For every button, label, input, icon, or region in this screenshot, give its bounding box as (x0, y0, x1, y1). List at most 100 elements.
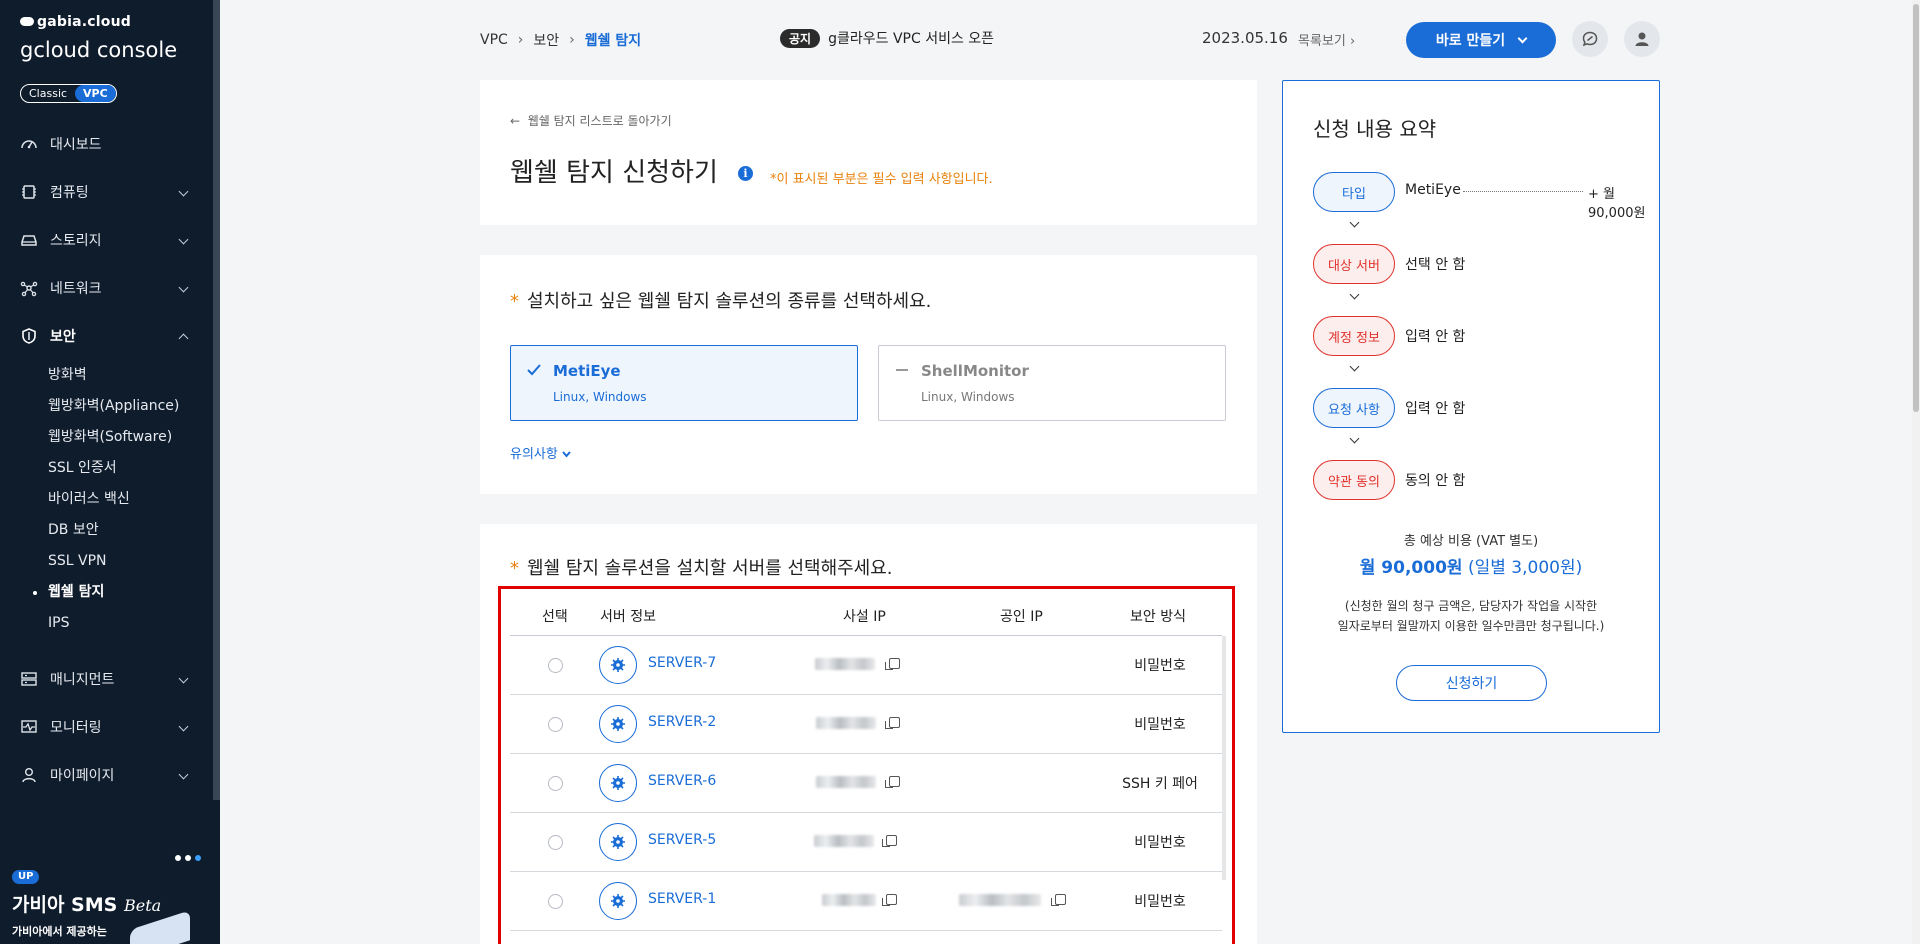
table-row[interactable]: SERVER-7 비밀번호 (510, 636, 1222, 695)
step-value: 동의 안 함 (1405, 473, 1466, 489)
server-name-link[interactable]: SERVER-5 (648, 832, 716, 848)
private-ip-value (814, 835, 874, 847)
step-target-server[interactable]: 대상 서버 (1313, 244, 1395, 284)
sidebar-item-label: 마이페이지 (50, 768, 115, 784)
toggle-vpc[interactable]: VPC (75, 85, 116, 102)
total-daily: (일별 3,000원) (1467, 558, 1583, 578)
table-scrollbar[interactable] (1222, 636, 1226, 880)
submenu-item-antivirus[interactable]: 바이러스 백신 (48, 484, 213, 515)
server-name-link[interactable]: SERVER-6 (648, 773, 716, 789)
storage-icon (20, 231, 38, 249)
row-radio[interactable] (548, 894, 563, 909)
column-header-select: 선택 (542, 609, 568, 625)
submenu-item-firewall[interactable]: 방화벽 (48, 360, 213, 391)
security-method: 비밀번호 (1134, 894, 1186, 910)
chevron-down-icon (1349, 361, 1360, 372)
notice-banner[interactable]: 공지 g클라우드 VPC 서비스 오픈 (780, 28, 994, 48)
back-link[interactable]: ← 웹쉘 탐지 리스트로 돌아가기 (510, 112, 672, 129)
notice-list-link[interactable]: 목록보기 › (1298, 30, 1355, 49)
copy-icon[interactable] (885, 776, 900, 788)
option-os: Linux, Windows (921, 390, 1015, 404)
sidebar-item-management[interactable]: 매니지먼트 (0, 655, 213, 703)
step-request[interactable]: 요청 사항 (1313, 388, 1395, 428)
sidebar-item-label: 스토리지 (50, 233, 102, 249)
table-row[interactable]: SERVER-5 비밀번호 (510, 813, 1222, 872)
quick-create-button[interactable]: 바로 만들기 (1406, 22, 1556, 58)
submenu-item-waf-software[interactable]: 웹방화벽(Software) (48, 422, 213, 453)
carousel-dots[interactable] (175, 855, 201, 861)
copy-icon[interactable] (882, 835, 897, 847)
apply-button[interactable]: 신청하기 (1396, 665, 1547, 701)
copy-icon[interactable] (885, 717, 900, 729)
server-icon (599, 764, 637, 802)
server-question-text: 웹쉘 탐지 솔루션을 설치할 서버를 선택해주세요. (527, 558, 893, 579)
brand-top[interactable]: gabia.cloud (20, 14, 131, 30)
sidebar-item-security[interactable]: 보안 (0, 312, 213, 360)
chevron-down-icon (178, 186, 189, 197)
column-header-private-ip: 사설 IP (843, 609, 886, 625)
table-row[interactable]: SERVER-6 SSH 키 페어 (510, 754, 1222, 813)
page-scrollbar[interactable] (1912, 0, 1920, 944)
server-name-link[interactable]: SERVER-1 (648, 891, 716, 907)
sidebar-item-dashboard[interactable]: 대시보드 (0, 120, 213, 168)
submenu-item-waf-appliance[interactable]: 웹방화벽(Appliance) (48, 391, 213, 422)
row-radio[interactable] (548, 776, 563, 791)
sidebar-item-network[interactable]: 네트워크 (0, 264, 213, 312)
breadcrumb-current: 웹쉘 탐지 (584, 33, 642, 49)
server-name-link[interactable]: SERVER-7 (648, 655, 716, 671)
breadcrumb-item[interactable]: VPC (480, 32, 508, 48)
copy-icon[interactable] (885, 658, 900, 670)
user-icon (1635, 32, 1649, 46)
submenu-item-ssl-vpn[interactable]: SSL VPN (48, 546, 213, 577)
sidebar-item-storage[interactable]: 스토리지 (0, 216, 213, 264)
sidebar-item-monitoring[interactable]: 모니터링 (0, 703, 213, 751)
caution-toggle[interactable]: 유의사항 (510, 443, 571, 462)
submenu-item-webshell-detection[interactable]: 웹쉘 탐지 (33, 577, 213, 608)
cloud-icon (20, 17, 34, 26)
option-shellmonitor[interactable]: ShellMonitor Linux, Windows (878, 345, 1226, 421)
security-method: SSH 키 페어 (1122, 776, 1198, 792)
row-radio[interactable] (548, 835, 563, 850)
table-row[interactable]: SERVER-2 비밀번호 (510, 695, 1222, 754)
option-metieye[interactable]: MetiEye Linux, Windows (510, 345, 858, 421)
security-method: 비밀번호 (1134, 658, 1186, 674)
toggle-classic[interactable]: Classic (21, 85, 75, 102)
page-scrollbar-thumb[interactable] (1913, 4, 1919, 412)
billing-note: (신청한 월의 청구 금액은, 담당자가 작업을 시작한 일자로부터 월말까지 이… (1283, 596, 1659, 636)
copy-icon[interactable] (1051, 894, 1066, 906)
chevron-down-icon (178, 234, 189, 245)
info-icon[interactable]: i (738, 166, 753, 181)
platform-toggle[interactable]: Classic VPC (20, 84, 117, 103)
server-icon (599, 882, 637, 920)
caution-label: 유의사항 (510, 447, 558, 462)
table-row[interactable]: SERVER-1 비밀번호 (510, 872, 1222, 931)
server-name-link[interactable]: SERVER-2 (648, 714, 716, 730)
step-account-info[interactable]: 계정 정보 (1313, 316, 1395, 356)
sidebar-item-mypage[interactable]: 마이페이지 (0, 751, 213, 799)
total-monthly: 월 90,000원 (1359, 558, 1463, 578)
brand-logo[interactable]: gcloud console (20, 38, 177, 62)
step-terms[interactable]: 약관 동의 (1313, 460, 1395, 500)
sidebar-item-computing[interactable]: 컴퓨팅 (0, 168, 213, 216)
submenu-item-db-security[interactable]: DB 보안 (48, 515, 213, 546)
dashboard-icon (20, 135, 38, 153)
chat-button[interactable] (1572, 21, 1608, 57)
chevron-up-icon (178, 333, 189, 344)
user-icon (20, 766, 38, 784)
promo-title[interactable]: 가비아 SMS Beta (12, 890, 161, 917)
row-radio[interactable] (548, 658, 563, 673)
server-question: * 웹쉘 탐지 솔루션을 설치할 서버를 선택해주세요. (510, 554, 893, 580)
submenu-item-ips[interactable]: IPS (48, 608, 213, 639)
profile-button[interactable] (1624, 21, 1660, 57)
security-method: 비밀번호 (1134, 835, 1186, 851)
notice-badge: 공지 (780, 28, 821, 48)
breadcrumb-item[interactable]: 보안 (533, 30, 559, 50)
notice-text[interactable]: g클라우드 VPC 서비스 오픈 (828, 28, 994, 48)
notice-list-label: 목록보기 (1298, 34, 1346, 49)
row-radio[interactable] (548, 717, 563, 732)
submenu-item-ssl-certificate[interactable]: SSL 인증서 (48, 453, 213, 484)
copy-icon[interactable] (882, 894, 897, 906)
step-type[interactable]: 타입 (1313, 172, 1395, 212)
sidebar-scrollbar[interactable] (213, 0, 220, 800)
back-link-label: 웹쉘 탐지 리스트로 돌아가기 (527, 114, 672, 128)
